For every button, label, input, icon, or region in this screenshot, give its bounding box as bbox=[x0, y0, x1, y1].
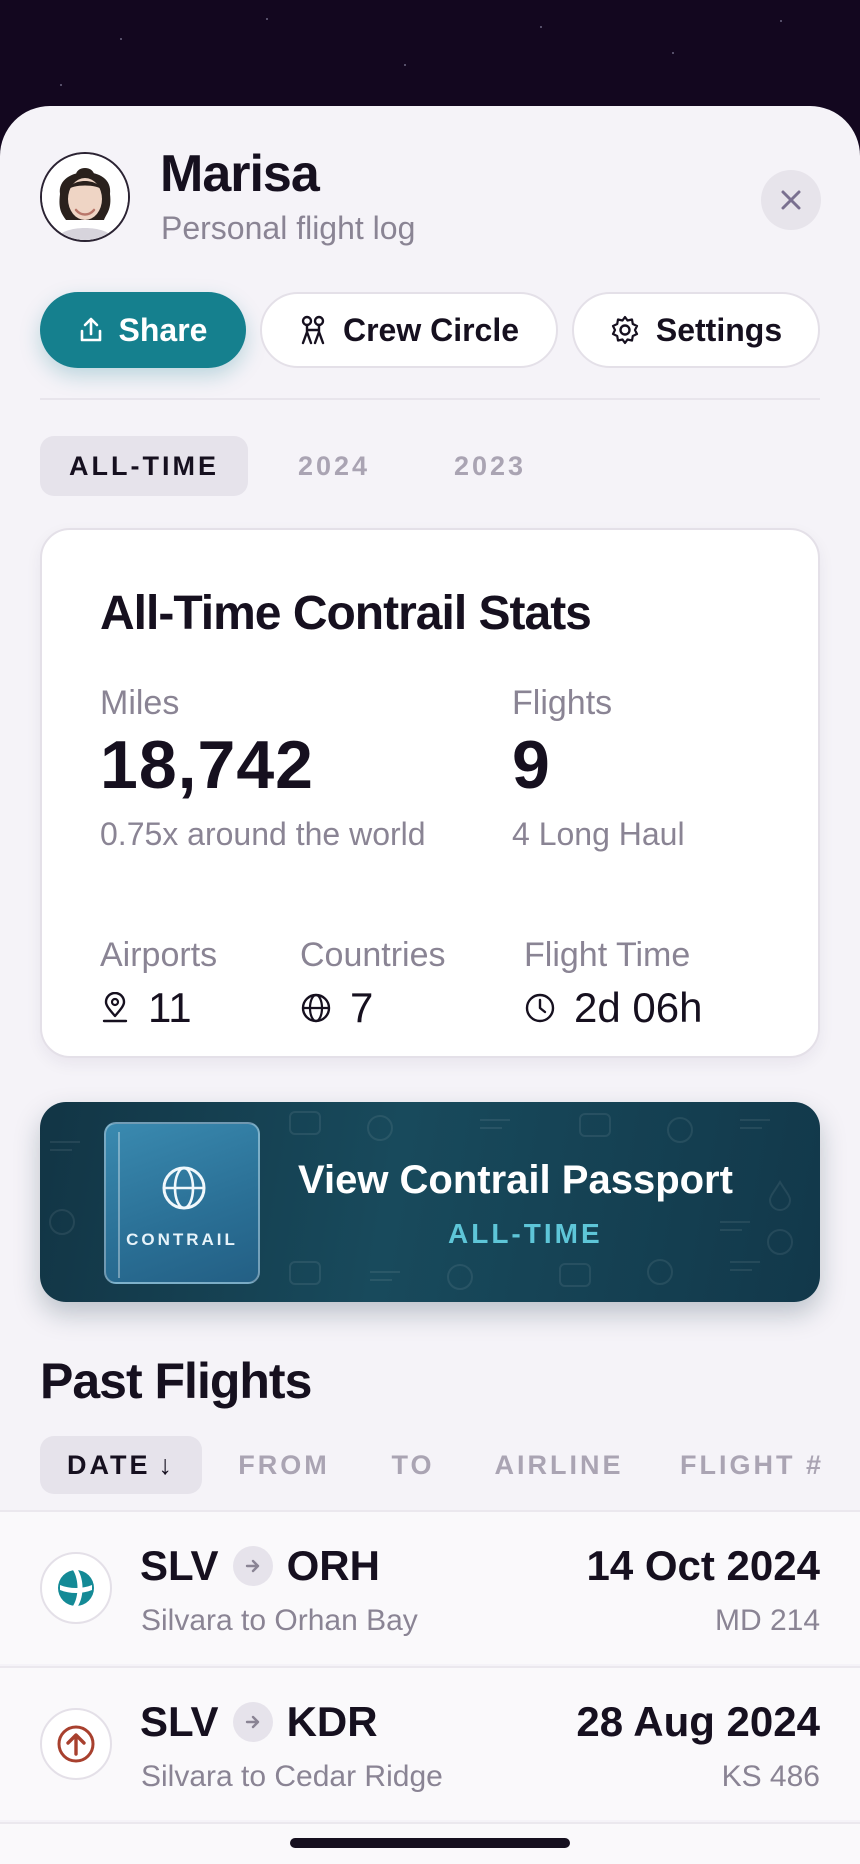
tab-2023[interactable]: 2023 bbox=[426, 436, 554, 496]
flight-description: Silvara to Orhan Bay bbox=[141, 1604, 418, 1637]
star bbox=[266, 18, 268, 20]
profile-name: Marisa bbox=[160, 145, 320, 203]
sort-tab-from[interactable]: FROM bbox=[226, 1436, 342, 1494]
share-icon bbox=[80, 317, 101, 342]
home-indicator[interactable] bbox=[290, 1838, 570, 1848]
flight-number: MD 214 bbox=[714, 1604, 820, 1637]
arrow-right-icon bbox=[245, 1715, 259, 1729]
passport-book: CONTRAIL bbox=[104, 1122, 260, 1284]
countries-stat: 7 bbox=[300, 984, 373, 1032]
globe-airline-icon bbox=[58, 1570, 94, 1606]
flight-date: 28 Aug 2024 bbox=[576, 1698, 820, 1745]
share-label: Share bbox=[118, 311, 208, 348]
gear-icon bbox=[611, 315, 638, 345]
close-icon bbox=[781, 190, 801, 210]
tab-all-time[interactable]: ALL-TIME bbox=[40, 436, 248, 496]
flight-route: SLV ORH bbox=[140, 1542, 380, 1590]
flight-description: Silvara to Cedar Ridge bbox=[141, 1760, 443, 1793]
star bbox=[60, 84, 62, 86]
past-flights-title: Past Flights bbox=[40, 1353, 312, 1409]
star bbox=[672, 52, 674, 54]
location-pin-icon bbox=[102, 992, 128, 1023]
flight-row[interactable]: SLV ORH Silvara to Orhan Bay 14 Oct 2024… bbox=[0, 1510, 860, 1664]
passport-banner[interactable]: CONTRAIL View Contrail Passport ALL-TIME bbox=[40, 1102, 820, 1302]
flights-label: Flights bbox=[512, 684, 613, 722]
miles-label: Miles bbox=[100, 684, 180, 722]
profile-sheet: Marisa Personal flight log Share Crew Ci… bbox=[0, 106, 860, 1864]
sort-tab-date[interactable]: DATE ↓ bbox=[40, 1436, 202, 1494]
destination-code: KDR bbox=[286, 1698, 378, 1745]
origin-code: SLV bbox=[140, 1542, 219, 1589]
passport-subtitle: ALL-TIME bbox=[448, 1218, 603, 1249]
miles-note: 0.75x around the world bbox=[100, 816, 426, 852]
settings-label: Settings bbox=[655, 311, 783, 348]
sort-tab-flight-number[interactable]: FLIGHT # bbox=[672, 1436, 832, 1494]
profile-subtitle: Personal flight log bbox=[161, 210, 416, 246]
flight-date: 14 Oct 2024 bbox=[586, 1542, 820, 1589]
close-button[interactable] bbox=[761, 170, 821, 230]
settings-button[interactable]: Settings bbox=[572, 292, 820, 368]
avatar[interactable] bbox=[40, 152, 130, 242]
sort-tab-airline[interactable]: AIRLINE bbox=[484, 1436, 634, 1494]
stats-title: All-Time Contrail Stats bbox=[100, 587, 592, 640]
star bbox=[540, 26, 542, 28]
flight-time-value: 2d 06h bbox=[574, 984, 703, 1031]
flight-route: SLV KDR bbox=[140, 1698, 378, 1746]
countries-label: Countries bbox=[300, 936, 446, 974]
airports-value: 11 bbox=[148, 984, 192, 1031]
passport-spine bbox=[118, 1132, 120, 1278]
destination-code: ORH bbox=[286, 1542, 380, 1589]
clock-icon bbox=[525, 993, 555, 1023]
airline-logo bbox=[40, 1708, 112, 1780]
arrow-up-airline-icon bbox=[57, 1725, 95, 1763]
arrow-right-icon bbox=[245, 1559, 259, 1573]
stats-card: All-Time Contrail Stats Miles 18,742 0.7… bbox=[40, 528, 820, 1058]
crew-circle-button[interactable]: Crew Circle bbox=[260, 292, 558, 368]
star bbox=[120, 38, 122, 40]
flights-note: 4 Long Haul bbox=[512, 816, 685, 852]
sort-tab-date-label: DATE bbox=[67, 1449, 151, 1480]
globe-icon bbox=[162, 1166, 206, 1210]
tab-2024[interactable]: 2024 bbox=[270, 436, 398, 496]
airline-logo bbox=[40, 1552, 112, 1624]
share-button[interactable]: Share bbox=[40, 292, 246, 368]
crew-circle-label: Crew Circle bbox=[342, 311, 520, 348]
flight-time-stat: 2d 06h bbox=[524, 984, 702, 1032]
star bbox=[780, 20, 782, 22]
star bbox=[404, 64, 406, 66]
sort-tab-to[interactable]: TO bbox=[378, 1436, 448, 1494]
origin-code: SLV bbox=[140, 1698, 219, 1745]
avatar-portrait-icon bbox=[42, 154, 128, 240]
airports-label: Airports bbox=[100, 936, 218, 974]
route-arrow bbox=[232, 1702, 273, 1742]
flight-number: KS 486 bbox=[721, 1760, 820, 1793]
flight-time-label: Flight Time bbox=[524, 936, 691, 974]
crew-icon bbox=[301, 315, 325, 345]
divider bbox=[40, 398, 820, 400]
globe-icon bbox=[301, 993, 331, 1023]
passport-title: View Contrail Passport bbox=[298, 1158, 733, 1202]
flight-row[interactable]: SLV KDR Silvara to Cedar Ridge 28 Aug 20… bbox=[0, 1666, 860, 1820]
miles-value: 18,742 bbox=[100, 727, 314, 803]
sort-arrow-icon: ↓ bbox=[158, 1449, 175, 1480]
route-arrow bbox=[232, 1546, 273, 1586]
countries-value: 7 bbox=[350, 984, 374, 1031]
flights-value: 9 bbox=[512, 727, 551, 803]
airports-stat: 11 bbox=[100, 984, 192, 1032]
passport-brand: CONTRAIL bbox=[126, 1230, 238, 1249]
